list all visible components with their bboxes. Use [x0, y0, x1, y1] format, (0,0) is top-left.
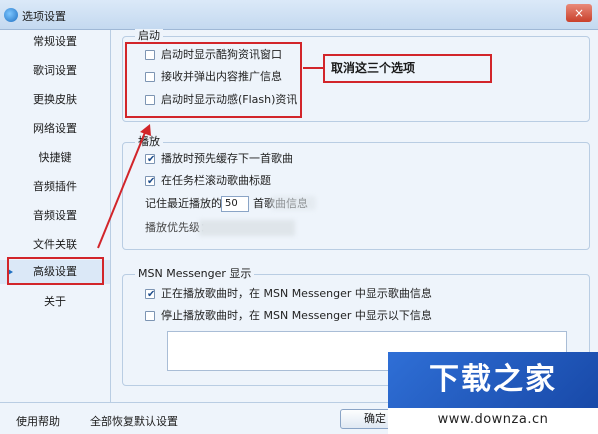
watermark-url: www.downza.cn [437, 412, 549, 427]
sidebar-item-hotkeys[interactable]: 快捷键 [0, 146, 110, 170]
blurred-region [271, 196, 316, 210]
sidebar-item-lyrics[interactable]: 歌词设置 [0, 59, 110, 83]
title-bar: 选项设置 × [0, 0, 598, 30]
option-label: 停止播放歌曲时，在 MSN Messenger 中显示以下信息 [161, 309, 432, 322]
watermark-main: 下载之家 [429, 362, 557, 397]
check-icon: ✔ [147, 289, 156, 300]
option-label: 在任务栏滚动歌曲标题 [161, 174, 271, 187]
sidebar-item-about[interactable]: 关于 [0, 290, 110, 314]
app-icon [4, 8, 18, 22]
window-title: 选项设置 [22, 10, 66, 23]
sidebar-item-general[interactable]: 常规设置 [0, 30, 110, 54]
checkbox[interactable]: ✔ [145, 289, 155, 300]
highlight-box-startup-options [125, 42, 302, 118]
recent-count-input[interactable]: 50 [221, 196, 249, 212]
priority-select-blurred[interactable] [199, 220, 295, 236]
watermark-logo: 下载之家 [388, 352, 598, 408]
annotation-callout: 取消这三个选项 [323, 54, 492, 83]
sidebar-item-audio-settings[interactable]: 音频设置 [0, 204, 110, 228]
watermark: 下载之家 www.downza.cn [388, 352, 598, 434]
checkbox[interactable] [145, 311, 155, 321]
restore-defaults-link[interactable]: 全部恢复默认设置 [90, 413, 178, 429]
help-link[interactable]: 使用帮助 [16, 413, 60, 429]
check-icon: ✔ [147, 154, 156, 165]
sidebar-item-skin[interactable]: 更换皮肤 [0, 88, 110, 112]
checkbox[interactable]: ✔ [145, 154, 155, 165]
group-msn-title: MSN Messenger 显示 [135, 267, 255, 281]
sidebar-item-audio-plugins[interactable]: 音频插件 [0, 175, 110, 199]
checkbox[interactable]: ✔ [145, 176, 155, 187]
highlight-box-advanced [7, 257, 104, 285]
option-label: 正在播放歌曲时，在 MSN Messenger 中显示歌曲信息 [161, 287, 432, 300]
check-icon: ✔ [147, 176, 156, 187]
group-startup-title: 启动 [135, 29, 163, 43]
recent-prefix: 记住最近播放的 [145, 197, 222, 210]
sidebar-nav: 常规设置 歌词设置 更换皮肤 网络设置 快捷键 音频插件 音频设置 文件关联 高… [0, 30, 111, 402]
option-label: 播放时预先缓存下一首歌曲 [161, 152, 293, 165]
sidebar-item-file-assoc[interactable]: 文件关联 [0, 233, 110, 257]
close-icon[interactable]: × [566, 4, 592, 22]
sidebar-item-network[interactable]: 网络设置 [0, 117, 110, 141]
group-playback-title: 播放 [135, 135, 163, 149]
